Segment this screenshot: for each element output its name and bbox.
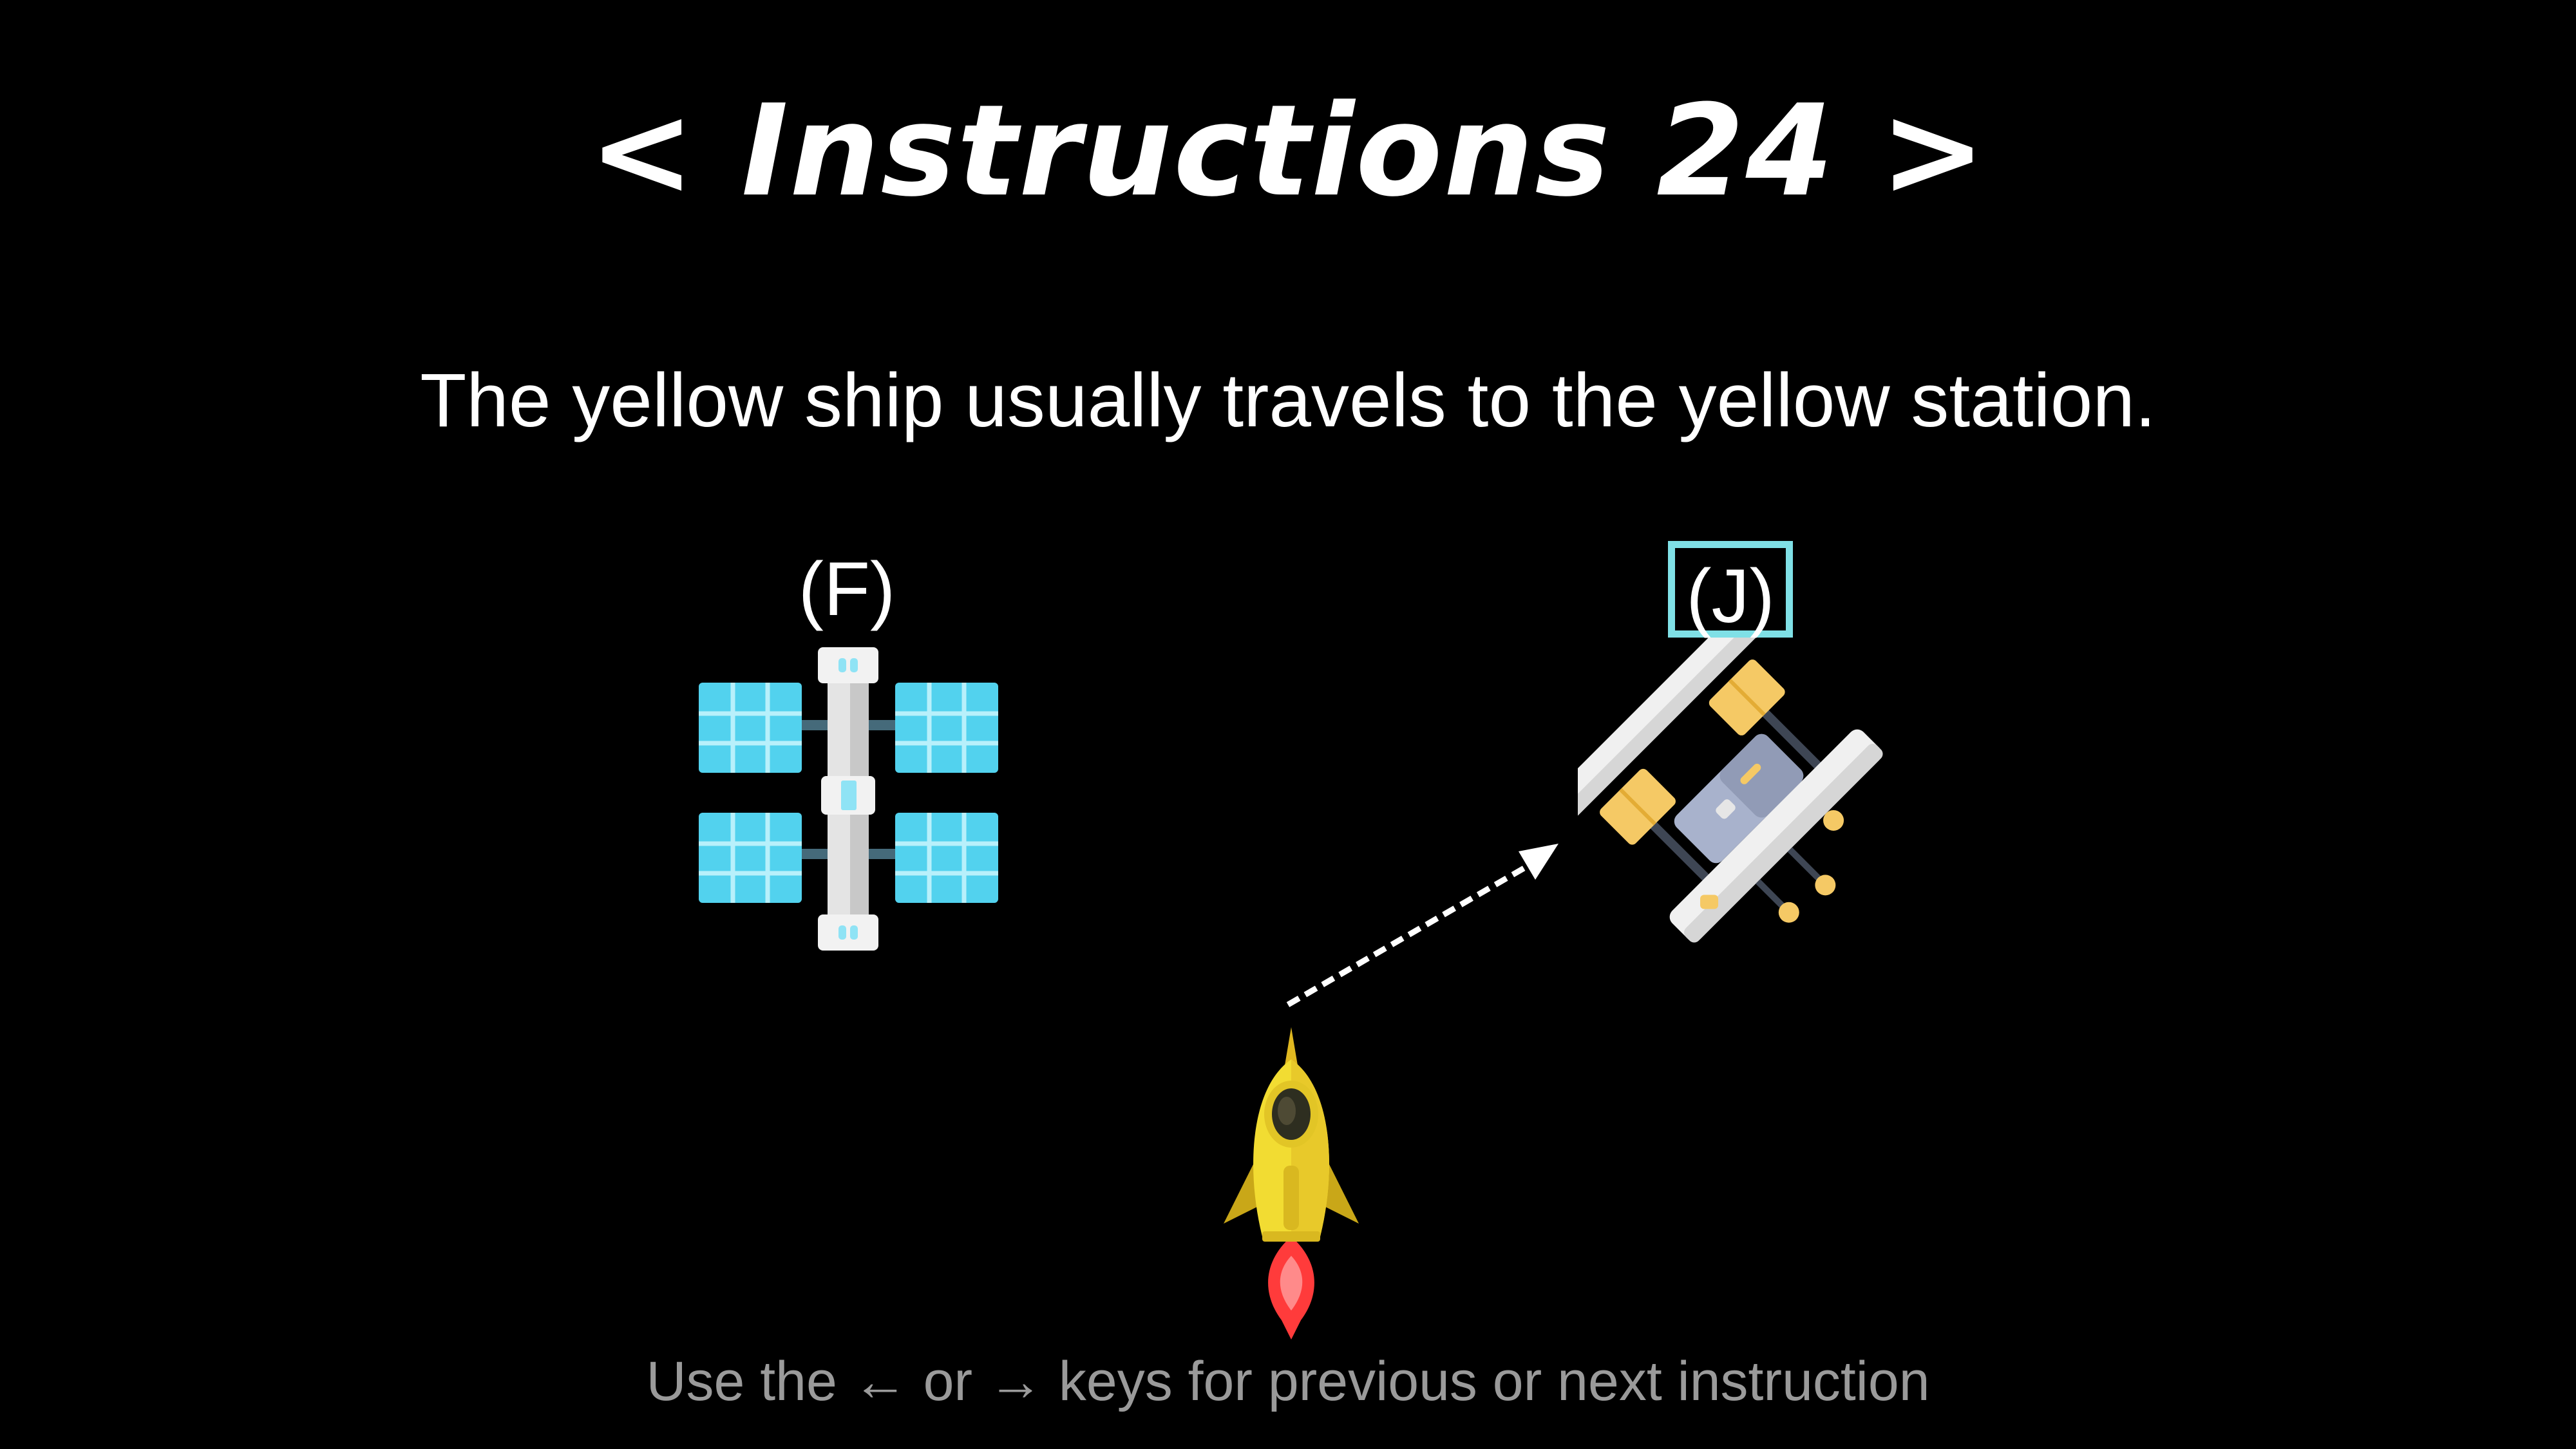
key-label-j-selected: (J) [1668,541,1793,639]
space-station-icon [699,647,998,951]
navigation-hint: Use the ← or → keys for previous or next… [646,1350,1930,1412]
rocket-icon [1224,1027,1359,1340]
page-title: < Instructions 24 > [589,78,1987,225]
key-label-f: (F) [798,547,896,632]
trajectory-arrow [1286,844,1558,1007]
instruction-text: The yellow ship usually travels to the y… [420,358,2156,443]
space-station-icon [1578,638,1883,943]
